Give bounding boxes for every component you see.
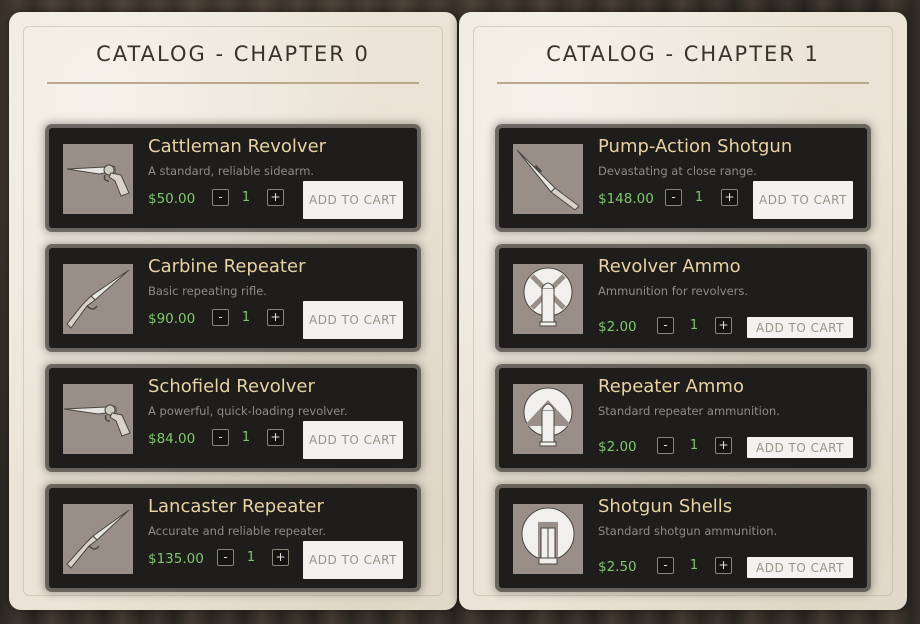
item-description: Standard shotgun ammunition. (598, 524, 778, 538)
item-description: A powerful, quick-loading revolver. (148, 404, 348, 418)
item-name: Lancaster Repeater (148, 496, 324, 517)
catalog-title: CATALOG - CHAPTER 0 (96, 42, 370, 66)
catalog-item: Lancaster Repeater Accurate and reliable… (49, 488, 417, 588)
catalog-item: Shotgun Shells Standard shotgun ammuniti… (499, 488, 867, 588)
item-description: Basic repeating rifle. (148, 284, 267, 298)
item-name: Carbine Repeater (148, 256, 306, 277)
add-to-cart-button[interactable]: ADD TO CART (303, 541, 403, 579)
decrease-quantity-button[interactable]: - (212, 429, 229, 446)
revolver-icon (63, 144, 133, 214)
repeater-ammo-icon (513, 384, 583, 454)
rifle-icon (63, 504, 133, 574)
item-price: $50.00 (148, 191, 196, 207)
quantity-value: 1 (694, 190, 704, 205)
decrease-quantity-button[interactable]: - (657, 557, 674, 574)
item-name: Schofield Revolver (148, 376, 315, 397)
item-name: Cattleman Revolver (148, 136, 327, 157)
revolver-ammo-icon (513, 264, 583, 334)
add-to-cart-button[interactable]: ADD TO CART (747, 317, 853, 338)
catalog-item: Pump-Action Shotgun Devastating at close… (499, 128, 867, 228)
item-name: Repeater Ammo (598, 376, 744, 397)
catalog-item: Revolver Ammo Ammunition for revolvers. … (499, 248, 867, 348)
shotgun-icon (513, 144, 583, 214)
item-description: Devastating at close range. (598, 164, 757, 178)
item-price: $2.50 (598, 559, 637, 575)
decrease-quantity-button[interactable]: - (657, 437, 674, 454)
catalog-item: Repeater Ammo Standard repeater ammuniti… (499, 368, 867, 468)
item-name: Revolver Ammo (598, 256, 741, 277)
quantity-value: 1 (689, 318, 699, 333)
catalog-panel-chapter-0: CATALOG - CHAPTER 0 Cattleman Revolver A… (9, 12, 457, 610)
catalog-item: Schofield Revolver A powerful, quick-loa… (49, 368, 417, 468)
item-description: A standard, reliable sidearm. (148, 164, 315, 178)
title-divider (497, 82, 869, 84)
quantity-value: 1 (241, 310, 251, 325)
shotgun-shells-icon (513, 504, 583, 574)
increase-quantity-button[interactable]: + (715, 557, 732, 574)
item-description: Ammunition for revolvers. (598, 284, 749, 298)
quantity-value: 1 (241, 190, 251, 205)
catalog-item: Cattleman Revolver A standard, reliable … (49, 128, 417, 228)
quantity-value: 1 (241, 430, 251, 445)
add-to-cart-button[interactable]: ADD TO CART (747, 437, 853, 458)
item-price: $2.00 (598, 439, 637, 455)
add-to-cart-button[interactable]: ADD TO CART (303, 301, 403, 339)
decrease-quantity-button[interactable]: - (212, 189, 229, 206)
item-price: $84.00 (148, 431, 196, 447)
decrease-quantity-button[interactable]: - (212, 309, 229, 326)
increase-quantity-button[interactable]: + (715, 437, 732, 454)
item-price: $90.00 (148, 311, 196, 327)
increase-quantity-button[interactable]: + (272, 549, 289, 566)
item-name: Shotgun Shells (598, 496, 733, 517)
title-divider (47, 82, 419, 84)
decrease-quantity-button[interactable]: - (217, 549, 234, 566)
increase-quantity-button[interactable]: + (267, 429, 284, 446)
decrease-quantity-button[interactable]: - (657, 317, 674, 334)
quantity-value: 1 (689, 558, 699, 573)
increase-quantity-button[interactable]: + (267, 309, 284, 326)
add-to-cart-button[interactable]: ADD TO CART (753, 181, 853, 219)
item-price: $135.00 (148, 551, 204, 567)
add-to-cart-button[interactable]: ADD TO CART (303, 421, 403, 459)
catalog-item: Carbine Repeater Basic repeating rifle. … (49, 248, 417, 348)
item-price: $148.00 (598, 191, 654, 207)
item-name: Pump-Action Shotgun (598, 136, 793, 157)
decrease-quantity-button[interactable]: - (665, 189, 682, 206)
add-to-cart-button[interactable]: ADD TO CART (747, 557, 853, 578)
increase-quantity-button[interactable]: + (715, 317, 732, 334)
item-price: $2.00 (598, 319, 637, 335)
quantity-value: 1 (246, 550, 256, 565)
catalog-title: CATALOG - CHAPTER 1 (546, 42, 820, 66)
rifle-icon (63, 264, 133, 334)
add-to-cart-button[interactable]: ADD TO CART (303, 181, 403, 219)
catalog-panel-chapter-1: CATALOG - CHAPTER 1 Pump-Action Shotgun … (459, 12, 907, 610)
increase-quantity-button[interactable]: + (267, 189, 284, 206)
item-description: Standard repeater ammunition. (598, 404, 780, 418)
quantity-value: 1 (689, 438, 699, 453)
increase-quantity-button[interactable]: + (721, 189, 738, 206)
revolver-icon (63, 384, 133, 454)
item-description: Accurate and reliable repeater. (148, 524, 327, 538)
